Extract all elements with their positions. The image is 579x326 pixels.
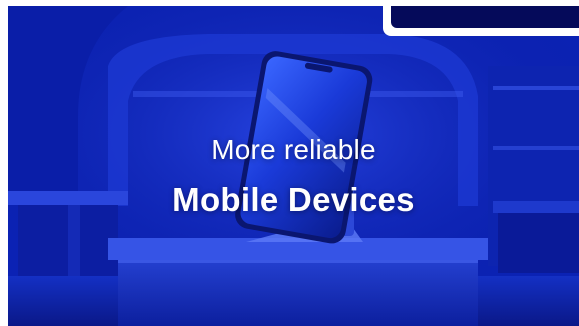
corner-panel	[383, 6, 579, 36]
corner-panel-inner	[391, 6, 579, 28]
headline-line-1: More reliable	[211, 134, 376, 165]
hero-background-image	[8, 6, 579, 326]
hero-banner: More reliable Mobile Devices	[8, 6, 579, 326]
page: More reliable Mobile Devices	[0, 0, 579, 326]
headline-line-2: Mobile Devices	[172, 181, 415, 218]
